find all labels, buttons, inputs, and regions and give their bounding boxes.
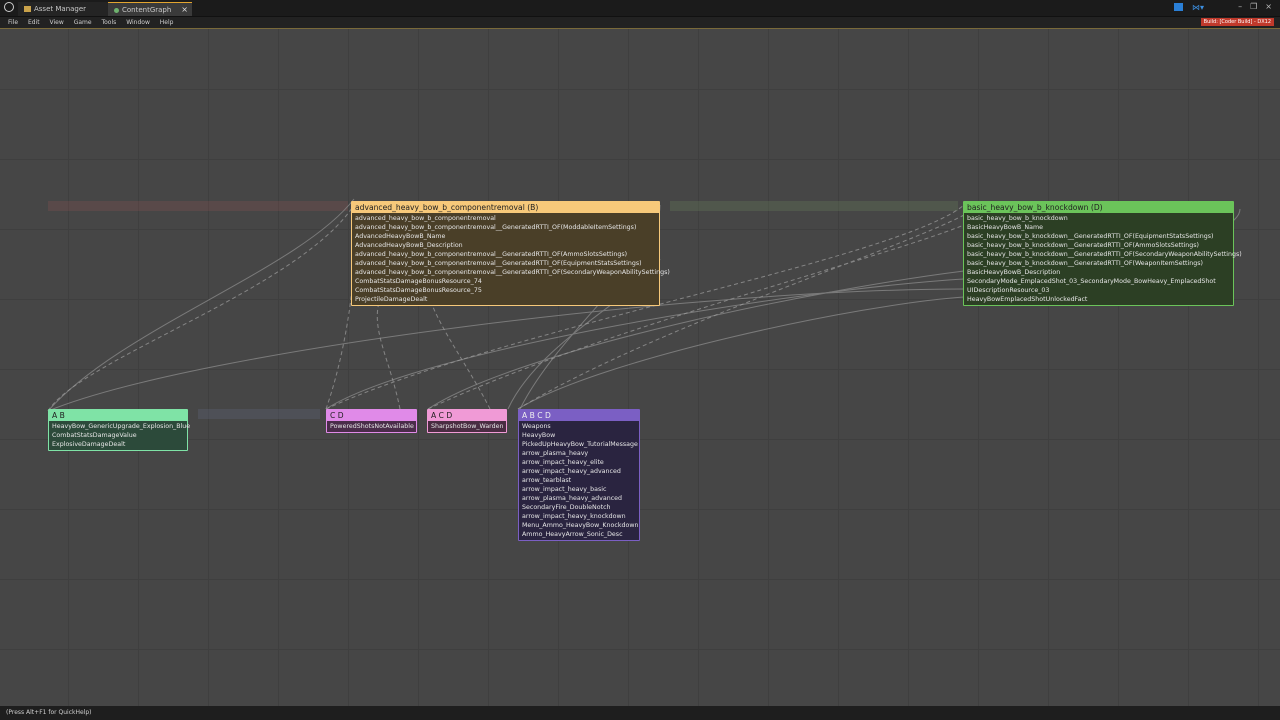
maximize-button[interactable]: ❐ [1250, 2, 1257, 11]
edge [376, 298, 401, 410]
node-ab[interactable]: A B HeavyBow_GenericUpgrade_Explosion_Bl… [48, 409, 190, 451]
node-body: basic_heavy_bow_b_knockdown BasicHeavyBo… [964, 213, 1242, 305]
node-row[interactable]: CombatStatsDamageValue [52, 431, 184, 440]
node-row[interactable]: advanced_heavy_bow_b_componentremoval__G… [355, 223, 656, 232]
close-tab-icon[interactable]: × [181, 3, 188, 17]
tab-asset-manager[interactable]: Asset Manager [18, 2, 108, 16]
graph-icon [114, 8, 119, 13]
node-row[interactable]: arrow_plasma_heavy_advanced [522, 494, 636, 503]
node-row[interactable]: HeavyBowEmplacedShotUnlockedFact [967, 295, 1230, 304]
edge [325, 268, 355, 410]
menu-view[interactable]: View [50, 17, 64, 28]
node-header: A C D [428, 410, 506, 421]
node-row[interactable]: advanced_heavy_bow_b_componentremoval [355, 214, 656, 223]
node-row[interactable]: advanced_heavy_bow_b_componentremoval__G… [355, 250, 656, 259]
window-controls: – ❐ × [1230, 2, 1272, 11]
node-row[interactable]: arrow_tearblast [522, 476, 636, 485]
menu-tools[interactable]: Tools [101, 17, 116, 28]
node-row[interactable]: Menu_Ammo_HeavyBow_Knockdown [522, 521, 638, 530]
tab-content-graph[interactable]: ContentGraph × [108, 2, 192, 16]
node-cd[interactable]: C D PoweredShotsNotAvailable [326, 409, 417, 433]
node-acd[interactable]: A C D SharpshotBow_Warden [427, 409, 507, 433]
tab-label: ContentGraph [122, 6, 172, 14]
node-header: basic_heavy_bow_b_knockdown (D) [964, 202, 1233, 213]
node-d[interactable]: basic_heavy_bow_b_knockdown (D) basic_he… [963, 201, 1242, 306]
node-title: basic_heavy_bow_b_knockdown (D) [967, 203, 1103, 212]
node-row[interactable]: arrow_impact_heavy_elite [522, 458, 636, 467]
node-row[interactable]: PickedUpHeavyBow_TutorialMessage [522, 440, 638, 449]
node-body: Weapons HeavyBow PickedUpHeavyBow_Tutori… [519, 421, 639, 540]
node-row[interactable]: SecondaryMode_EmplacedShot_03_SecondaryM… [967, 277, 1230, 286]
node-row[interactable]: arrow_impact_heavy_knockdown [522, 512, 636, 521]
node-row[interactable]: CombatStatsDamageBonusResource_74 [355, 277, 656, 286]
share-icon[interactable]: ⋈▾ [1192, 3, 1204, 12]
node-body: HeavyBow_GenericUpgrade_Explosion_Blue C… [49, 421, 190, 450]
node-title: A B [52, 411, 65, 420]
quickhelp-hint: (Press Alt+F1 for QuickHelp) [6, 709, 92, 716]
menu-game[interactable]: Game [74, 17, 92, 28]
node-row[interactable]: basic_heavy_bow_b_knockdown [967, 214, 1230, 223]
title-bar: Asset Manager ContentGraph × ⋈▾ – ❐ × [0, 0, 1280, 17]
node-title: advanced_heavy_bow_b_componentremoval (B… [355, 203, 539, 212]
app-logo-icon [4, 2, 14, 12]
node-row[interactable]: arrow_impact_heavy_advanced [522, 467, 636, 476]
node-b[interactable]: advanced_heavy_bow_b_componentremoval (B… [351, 201, 670, 306]
graph-canvas[interactable]: advanced_heavy_bow_b_componentremoval (B… [0, 28, 1280, 707]
node-header: A B C D [519, 410, 639, 421]
node-title: C D [330, 411, 344, 420]
node-title: A C D [431, 411, 453, 420]
menu-help[interactable]: Help [160, 17, 174, 28]
tab-label: Asset Manager [34, 5, 87, 13]
minimize-button[interactable]: – [1238, 2, 1242, 11]
node-row[interactable]: ExplosiveDamageDealt [52, 440, 184, 449]
node-row[interactable]: BasicHeavyBowB_Description [967, 268, 1230, 277]
node-row[interactable]: PoweredShotsNotAvailable [330, 422, 414, 431]
menu-window[interactable]: Window [126, 17, 150, 28]
node-row[interactable]: AdvancedHeavyBowB_Name [355, 232, 656, 241]
menu-bar: File Edit View Game Tools Window Help Bu… [0, 17, 1280, 28]
node-body: SharpshotBow_Warden [428, 421, 506, 432]
node-row[interactable]: advanced_heavy_bow_b_componentremoval__G… [355, 268, 670, 277]
node-row[interactable]: basic_heavy_bow_b_knockdown__GeneratedRT… [967, 259, 1230, 268]
node-row[interactable]: CombatStatsDamageBonusResource_75 [355, 286, 656, 295]
node-row[interactable]: arrow_plasma_heavy [522, 449, 636, 458]
node-row[interactable]: basic_heavy_bow_b_knockdown__GeneratedRT… [967, 250, 1242, 259]
build-badge: Build: [Coder Build] - DX12 [1200, 18, 1274, 26]
monitor-icon[interactable] [1174, 3, 1183, 11]
node-abcd[interactable]: A B C D Weapons HeavyBow PickedUpHeavyBo… [518, 409, 640, 541]
node-header: advanced_heavy_bow_b_componentremoval (B… [352, 202, 659, 213]
node-header: C D [327, 410, 416, 421]
node-row[interactable]: Weapons [522, 422, 636, 431]
node-row[interactable]: basic_heavy_bow_b_knockdown__GeneratedRT… [967, 241, 1230, 250]
node-row[interactable]: arrow_impact_heavy_basic [522, 485, 636, 494]
edge-layer [47, 198, 1241, 412]
node-row[interactable]: HeavyBow_GenericUpgrade_Explosion_Blue [52, 422, 190, 431]
edge [517, 296, 965, 410]
node-body: PoweredShotsNotAvailable [327, 421, 416, 432]
folder-icon [24, 6, 31, 12]
node-row[interactable]: SecondaryFire_DoubleNotch [522, 503, 636, 512]
node-row[interactable]: BasicHeavyBowB_Name [967, 223, 1230, 232]
edge [47, 288, 965, 412]
menu-edit[interactable]: Edit [28, 17, 40, 28]
node-row[interactable]: SharpshotBow_Warden [431, 422, 504, 431]
edge [47, 198, 355, 412]
status-bar: (Press Alt+F1 for QuickHelp) [0, 706, 1280, 720]
node-row[interactable]: UIDescriptionResource_03 [967, 286, 1230, 295]
node-title: A B C D [522, 411, 551, 420]
menu-file[interactable]: File [8, 17, 18, 28]
node-body: advanced_heavy_bow_b_componentremoval ad… [352, 213, 670, 305]
node-row[interactable]: HeavyBow [522, 431, 636, 440]
node-row[interactable]: AdvancedHeavyBowB_Description [355, 241, 656, 250]
node-row[interactable]: Ammo_HeavyArrow_Sonic_Desc [522, 530, 636, 539]
node-row[interactable]: ProjectileDamageDealt [355, 295, 656, 304]
node-row[interactable]: basic_heavy_bow_b_knockdown__GeneratedRT… [967, 232, 1230, 241]
edge [47, 204, 355, 412]
node-row[interactable]: advanced_heavy_bow_b_componentremoval__G… [355, 259, 656, 268]
node-header: A B [49, 410, 187, 421]
close-window-button[interactable]: × [1265, 2, 1272, 11]
